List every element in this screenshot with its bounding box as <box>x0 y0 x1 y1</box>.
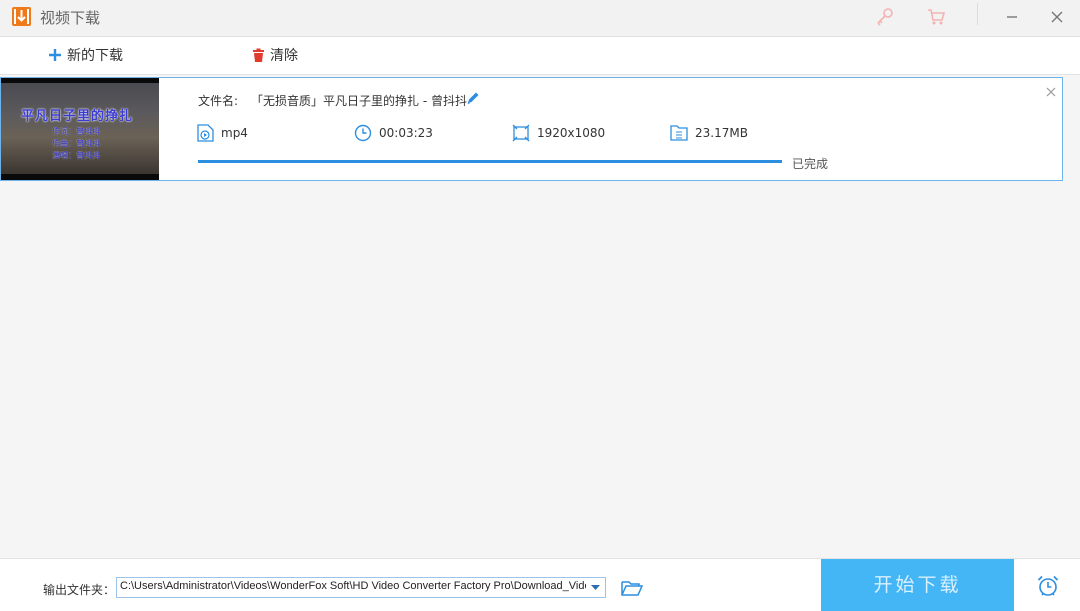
thumbnail-title: 平凡日子里的挣扎 <box>21 109 134 124</box>
resolution-info: 1920x1080 <box>512 124 605 142</box>
minimize-icon[interactable] <box>1001 6 1023 28</box>
filename-value: 「无损音质」平凡日子里的挣扎 - 曾抖抖 <box>251 94 467 108</box>
clear-button[interactable]: 清除 <box>252 45 298 65</box>
file-format-icon <box>197 124 214 142</box>
toolbar: 新的下载 清除 <box>0 37 1080 75</box>
download-app-icon <box>12 7 31 26</box>
title-separator <box>977 3 978 25</box>
alarm-clock-icon[interactable] <box>1036 574 1060 602</box>
format-value: mp4 <box>221 126 248 140</box>
format-info: mp4 <box>197 124 248 142</box>
thumbnail-image: 平凡日子里的挣扎 作词：曾抖抖 作曲：曾抖抖 演唱：曾抖抖 <box>1 83 159 174</box>
file-size-icon <box>670 125 688 141</box>
open-folder-icon[interactable] <box>621 579 644 601</box>
clear-label: 清除 <box>270 48 298 64</box>
download-item[interactable]: 平凡日子里的挣扎 作词：曾抖抖 作曲：曾抖抖 演唱：曾抖抖 文件名: 「无损音质… <box>0 77 1063 181</box>
duration-info: 00:03:23 <box>354 124 433 142</box>
close-icon[interactable] <box>1046 6 1068 28</box>
resolution-icon <box>512 124 530 142</box>
thumbnail-line-lyricist: 作词：曾抖抖 <box>52 127 100 136</box>
filename-label: 文件名: <box>198 94 239 108</box>
output-folder-label: 输出文件夹： <box>43 583 116 597</box>
resolution-value: 1920x1080 <box>537 126 606 140</box>
duration-value: 00:03:23 <box>379 126 433 140</box>
edit-pencil-icon[interactable] <box>465 90 481 110</box>
thumbnail-line-singer: 演唱：曾抖抖 <box>52 151 100 160</box>
start-download-button[interactable]: 开始下载 <box>821 559 1014 611</box>
window-title: 视频下载 <box>40 9 101 27</box>
trash-icon <box>253 48 264 62</box>
new-download-label: 新的下载 <box>67 48 123 64</box>
plus-icon <box>49 49 61 61</box>
progress-fill <box>198 160 782 163</box>
cart-icon[interactable] <box>925 6 947 28</box>
status-text: 已完成 <box>792 157 829 171</box>
progress-bar <box>198 160 782 163</box>
video-thumbnail[interactable]: 平凡日子里的挣扎 作词：曾抖抖 作曲：曾抖抖 演唱：曾抖抖 <box>1 78 159 180</box>
title-bar: 视频下载 <box>0 0 1080 37</box>
thumbnail-line-composer: 作曲：曾抖抖 <box>52 139 100 148</box>
output-path-field[interactable]: C:\Users\Administrator\Videos\WonderFox … <box>116 577 606 598</box>
size-value: 23.17MB <box>695 126 748 140</box>
key-icon[interactable] <box>874 6 896 28</box>
size-info: 23.17MB <box>670 124 748 142</box>
footer-bar: 输出文件夹： C:\Users\Administrator\Videos\Won… <box>0 558 1080 611</box>
dropdown-arrow-icon[interactable] <box>586 578 605 597</box>
download-list: 平凡日子里的挣扎 作词：曾抖抖 作曲：曾抖抖 演唱：曾抖抖 文件名: 「无损音质… <box>0 75 1080 558</box>
remove-item-icon[interactable] <box>1044 84 1058 98</box>
clock-icon <box>354 124 372 142</box>
new-download-button[interactable]: 新的下载 <box>48 45 123 65</box>
